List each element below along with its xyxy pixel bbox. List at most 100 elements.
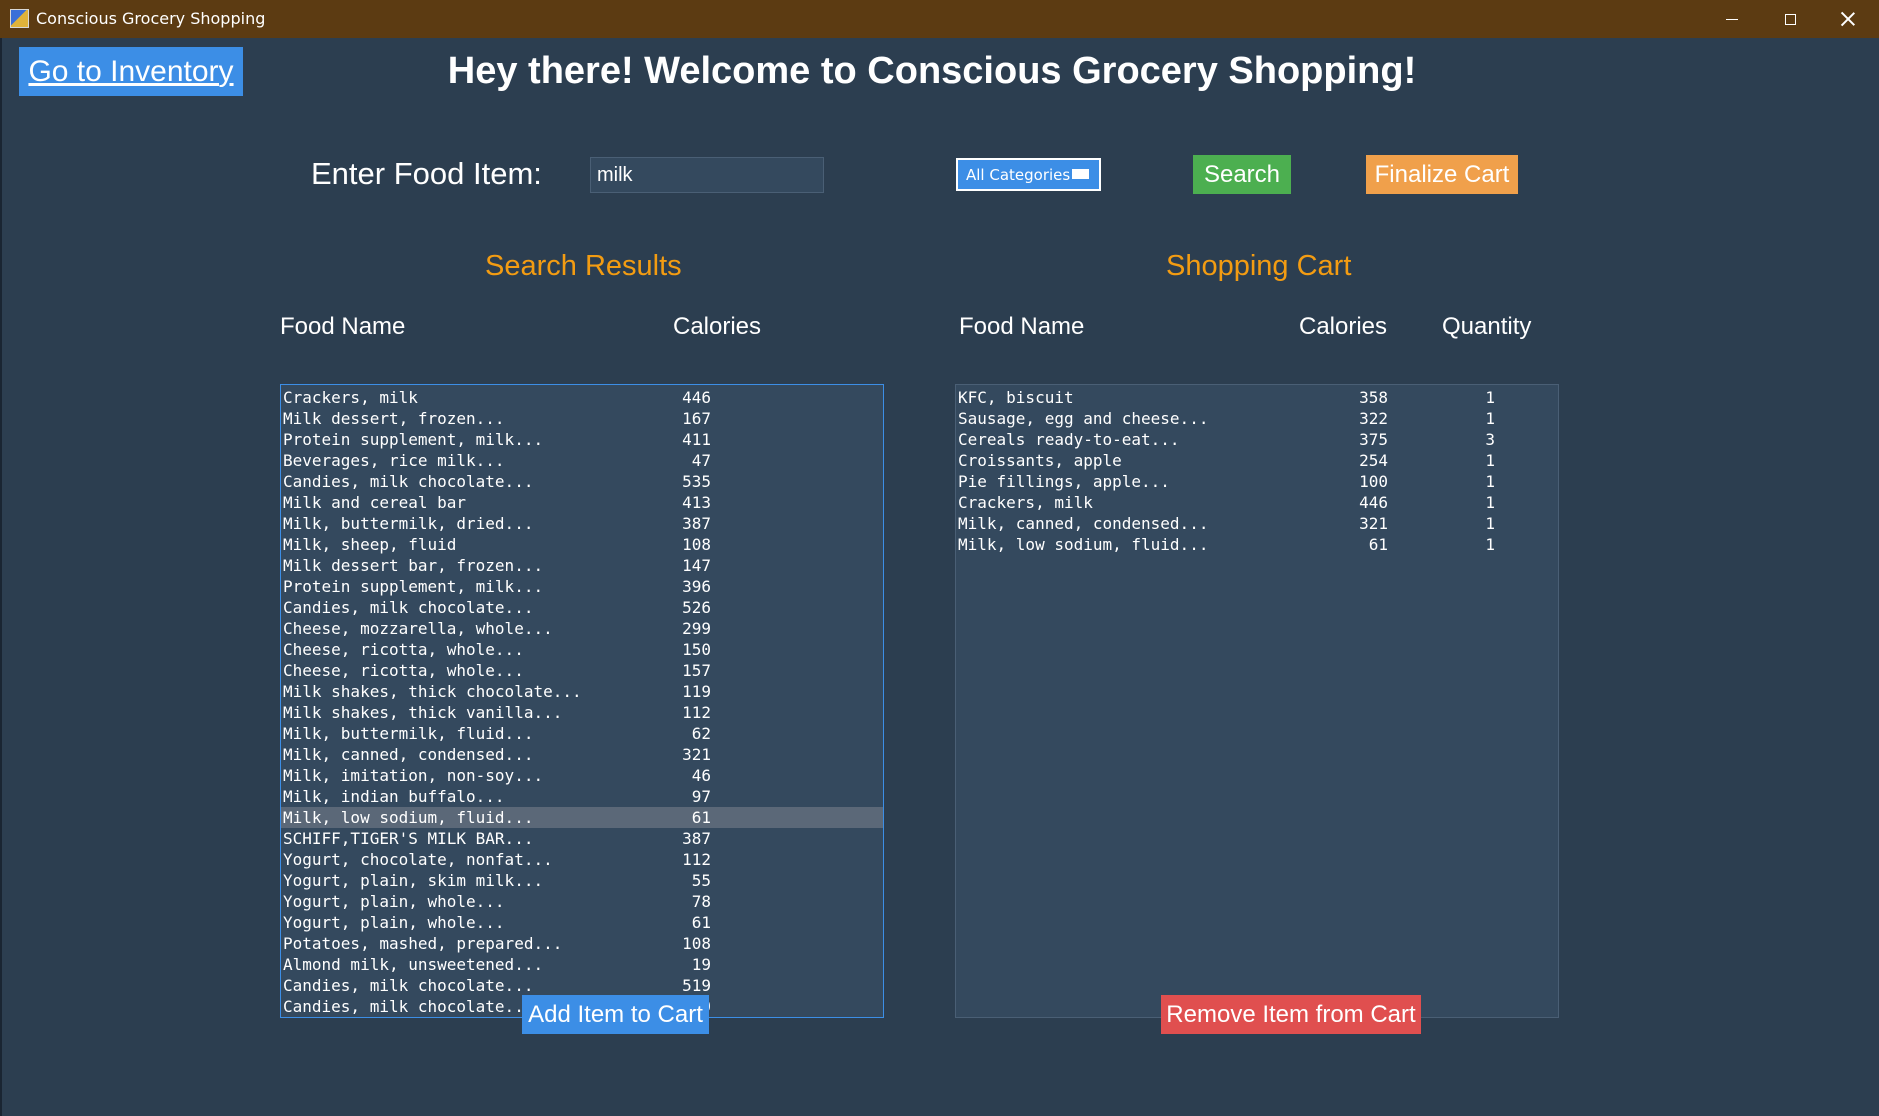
cart-row[interactable]: Pie fillings, apple... 100 1 [956,471,1558,492]
cart-row-quantity: 3 [1485,430,1495,449]
results-row[interactable]: Milk dessert bar, frozen... 147 [281,555,883,576]
results-row[interactable]: SCHIFF,TIGER'S MILK BAR... 387 [281,828,883,849]
results-row-calories: 112 [682,850,711,869]
results-row-calories: 519 [682,976,711,995]
results-row-calories: 446 [682,388,711,407]
results-row-calories: 97 [691,787,711,806]
results-row-calories: 387 [682,514,711,533]
cart-row[interactable]: Milk, canned, condensed... 321 1 [956,513,1558,534]
results-row[interactable]: Milk and cereal bar 413 [281,492,883,513]
search-results-title: Search Results [485,250,682,282]
title-bar: Conscious Grocery Shopping [0,0,1879,38]
category-selected-value: All Categories [966,165,1071,184]
results-row-calories: 411 [682,430,711,449]
remove-item-from-cart-button[interactable]: Remove Item from Cart [1161,995,1421,1034]
results-row-food-name: Protein supplement, milk... [283,577,544,596]
results-row-calories: 78 [691,892,711,911]
search-results-list[interactable]: Crackers, milk 446 Milk dessert, frozen...… [280,384,884,1018]
results-row[interactable]: Cheese, ricotta, whole... 150 [281,639,883,660]
search-button[interactable]: Search [1193,155,1291,194]
results-row[interactable]: Yogurt, chocolate, nonfat... 112 [281,849,883,870]
results-row[interactable]: Potatoes, mashed, prepared... 108 [281,933,883,954]
results-row-food-name: Milk, buttermilk, fluid... [283,724,534,743]
dropdown-indicator-icon [1072,169,1089,179]
food-item-label: Enter Food Item: [311,156,542,191]
results-row-food-name: Cheese, ricotta, whole... [283,661,524,680]
results-row-food-name: Milk dessert bar, frozen... [283,556,544,575]
minimize-icon [1726,18,1738,20]
shopping-cart-list[interactable]: KFC, biscuit 358 1 Sausage, egg and cheese.… [955,384,1559,1018]
results-row[interactable]: Protein supplement, milk... 396 [281,576,883,597]
results-row[interactable]: Protein supplement, milk... 411 [281,429,883,450]
results-row-calories: 108 [682,934,711,953]
maximize-icon [1784,13,1796,25]
results-row[interactable]: Milk, low sodium, fluid... 61 [281,807,883,828]
results-row[interactable]: Cheese, ricotta, whole... 157 [281,660,883,681]
results-row[interactable]: Cheese, mozzarella, whole... 299 [281,618,883,639]
cart-row[interactable]: KFC, biscuit 358 1 [956,387,1558,408]
minimize-button[interactable] [1703,0,1761,38]
main-content: Go to Inventory Hey there! Welcome to Co… [0,38,1879,1116]
results-row-food-name: Milk, canned, condensed... [283,745,534,764]
results-row[interactable]: Milk, sheep, fluid 108 [281,534,883,555]
results-row[interactable]: Milk, canned, condensed... 321 [281,744,883,765]
cart-row[interactable]: Crackers, milk 446 1 [956,492,1558,513]
results-row[interactable]: Almond milk, unsweetened... 19 [281,954,883,975]
cart-row-calories: 61 [1368,535,1388,554]
cart-row-calories: 446 [1359,493,1388,512]
results-row[interactable]: Milk, buttermilk, fluid... 62 [281,723,883,744]
cart-row[interactable]: Milk, low sodium, fluid... 61 1 [956,534,1558,555]
results-row[interactable]: Candies, milk chocolate... 535 [281,471,883,492]
results-row-food-name: Yogurt, plain, whole... [283,892,505,911]
results-row[interactable]: Yogurt, plain, whole... 78 [281,891,883,912]
results-row-calories: 147 [682,556,711,575]
cart-col-quantity: Quantity [1442,313,1532,340]
results-row-calories: 119 [682,682,711,701]
results-row[interactable]: Milk, indian buffalo... 97 [281,786,883,807]
window-title: Conscious Grocery Shopping [36,9,266,28]
results-row[interactable]: Milk shakes, thick vanilla... 112 [281,702,883,723]
cart-row-calories: 321 [1359,514,1388,533]
results-row-food-name: Candies, milk chocolate... [283,472,534,491]
results-row-calories: 157 [682,661,711,680]
results-row[interactable]: Candies, milk chocolate... 519 [281,975,883,996]
cart-row-food-name: KFC, biscuit [958,388,1074,407]
category-dropdown[interactable]: All Categories [956,158,1101,191]
cart-row-quantity: 1 [1485,493,1495,512]
go-to-inventory-button[interactable]: Go to Inventory [19,47,243,96]
results-row[interactable]: Crackers, milk 446 [281,387,883,408]
close-icon [1841,12,1855,26]
maximize-button[interactable] [1761,0,1819,38]
results-row[interactable]: Beverages, rice milk... 47 [281,450,883,471]
results-row-calories: 387 [682,829,711,848]
cart-row[interactable]: Croissants, apple 254 1 [956,450,1558,471]
results-row[interactable]: Yogurt, plain, skim milk... 55 [281,870,883,891]
results-row-food-name: Cheese, ricotta, whole... [283,640,524,659]
results-row[interactable]: Milk dessert, frozen... 167 [281,408,883,429]
results-row-calories: 47 [691,451,711,470]
results-row[interactable]: Yogurt, plain, whole... 61 [281,912,883,933]
app-window: Conscious Grocery Shopping Go to Invento… [0,0,1879,1116]
results-row[interactable]: Milk, imitation, non-soy... 46 [281,765,883,786]
results-row-food-name: Potatoes, mashed, prepared... [283,934,563,953]
add-item-to-cart-button[interactable]: Add Item to Cart [522,995,709,1034]
results-row[interactable]: Milk, buttermilk, dried... 387 [281,513,883,534]
results-row-food-name: Almond milk, unsweetened... [283,955,544,974]
results-row-calories: 167 [682,409,711,428]
results-row-food-name: Beverages, rice milk... [283,451,505,470]
results-row[interactable]: Milk shakes, thick chocolate... 119 [281,681,883,702]
results-row[interactable]: Candies, milk chocolate... 526 [281,597,883,618]
food-item-input[interactable] [590,157,824,193]
cart-row[interactable]: Cereals ready-to-eat... 375 3 [956,429,1558,450]
cart-row-food-name: Croissants, apple [958,451,1122,470]
finalize-cart-button[interactable]: Finalize Cart [1366,155,1518,194]
results-row-food-name: Milk, low sodium, fluid... [283,808,534,827]
cart-row-food-name: Milk, canned, condensed... [958,514,1209,533]
close-button[interactable] [1819,0,1877,38]
cart-row-calories: 322 [1359,409,1388,428]
results-row-food-name: Milk, buttermilk, dried... [283,514,534,533]
cart-row-food-name: Pie fillings, apple... [958,472,1170,491]
cart-row[interactable]: Sausage, egg and cheese... 322 1 [956,408,1558,429]
shopping-cart-title: Shopping Cart [1166,250,1352,282]
results-row-calories: 55 [691,871,711,890]
